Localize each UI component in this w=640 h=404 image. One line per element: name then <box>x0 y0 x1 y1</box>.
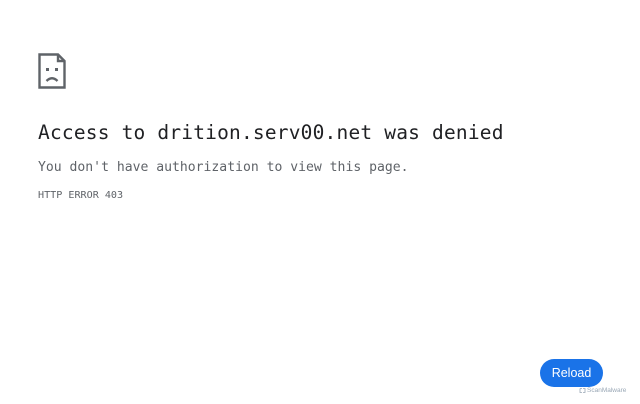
error-message: You don't have authorization to view thi… <box>38 160 409 175</box>
error-page: Access to drition.serv00.net was denied … <box>38 53 598 203</box>
sad-page-icon <box>38 53 66 89</box>
page-title: Access to drition.serv00.net was denied <box>38 121 504 144</box>
watermark-text: ScanMalware <box>587 386 627 394</box>
scan-malware-logo-icon <box>579 387 586 393</box>
error-code: HTTP ERROR 403 <box>38 190 124 201</box>
reload-button[interactable]: Reload <box>540 359 603 387</box>
scanmalware-watermark: ScanMalware <box>579 385 626 395</box>
